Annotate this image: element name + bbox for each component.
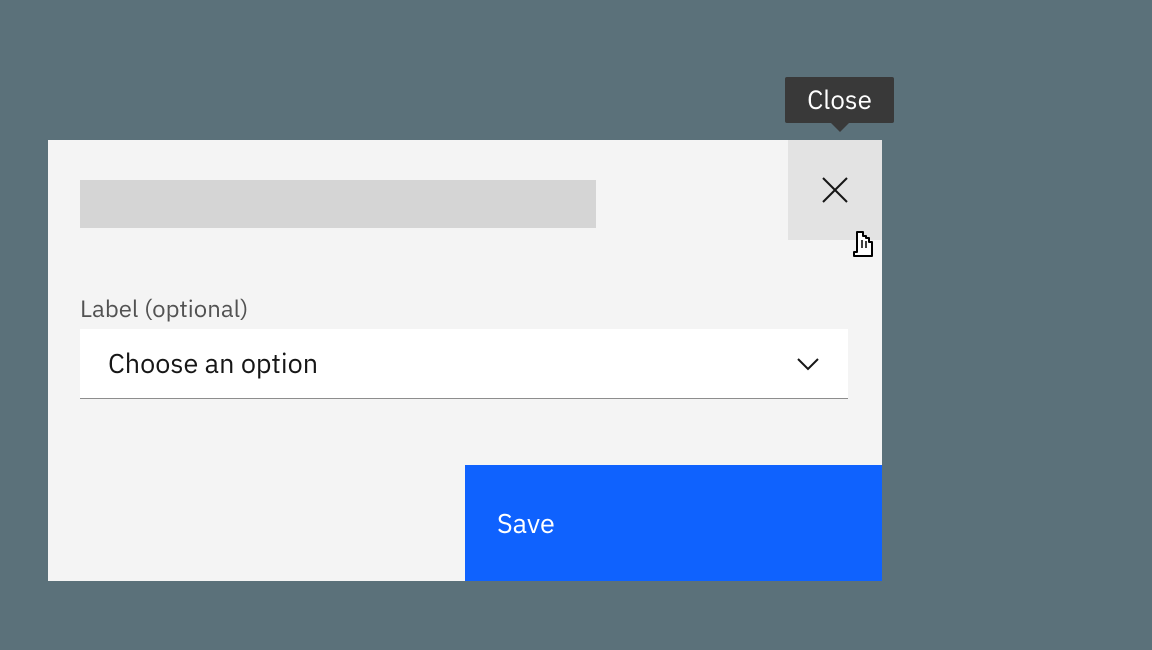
close-tooltip: Close (785, 77, 894, 123)
field-label: Label (optional) (80, 292, 248, 324)
save-button[interactable]: Save (465, 465, 882, 581)
save-label: Save (497, 506, 555, 541)
title-placeholder (80, 180, 596, 228)
close-button[interactable] (788, 140, 882, 240)
dropdown-select[interactable]: Choose an option (80, 329, 848, 399)
chevron-down-icon (796, 357, 820, 371)
tooltip-text: Close (807, 83, 872, 117)
modal-dialog: Label (optional) Choose an option Save (48, 140, 882, 581)
close-icon (822, 177, 848, 203)
dropdown-placeholder: Choose an option (108, 346, 318, 381)
